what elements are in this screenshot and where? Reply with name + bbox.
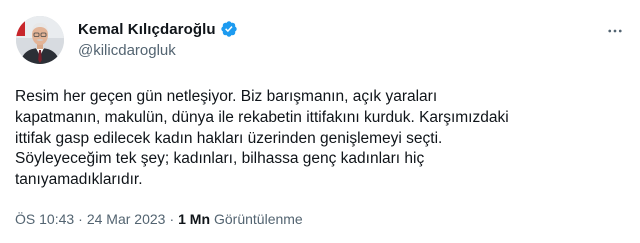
more-options-icon[interactable] xyxy=(604,20,626,42)
tweet-date[interactable]: 24 Mar 2023 xyxy=(87,211,166,227)
verified-badge-icon xyxy=(220,20,238,38)
author-name-row: Kemal Kılıçdaroğlu xyxy=(78,18,238,40)
author-display-name[interactable]: Kemal Kılıçdaroğlu xyxy=(78,21,216,38)
meta-separator: · xyxy=(169,211,175,227)
meta-separator: · xyxy=(78,211,83,227)
tweet-card: Kemal Kılıçdaroğlu @kilicdarogluk Resim … xyxy=(0,0,640,243)
tweet-text: Resim her geçen gün netleşiyor. Biz barı… xyxy=(15,88,509,189)
tweet-time[interactable]: ÖS 10:43 xyxy=(15,211,74,227)
tweet-meta: ÖS 10:43 · 24 Mar 2023 · 1 Mn Görüntülen… xyxy=(15,211,303,227)
views-label: Görüntülenme xyxy=(214,211,303,227)
views-count: 1 Mn xyxy=(178,211,210,227)
avatar[interactable] xyxy=(16,16,64,64)
author-handle[interactable]: @kilicdarogluk xyxy=(78,42,176,59)
avatar-portrait-icon xyxy=(16,16,64,64)
